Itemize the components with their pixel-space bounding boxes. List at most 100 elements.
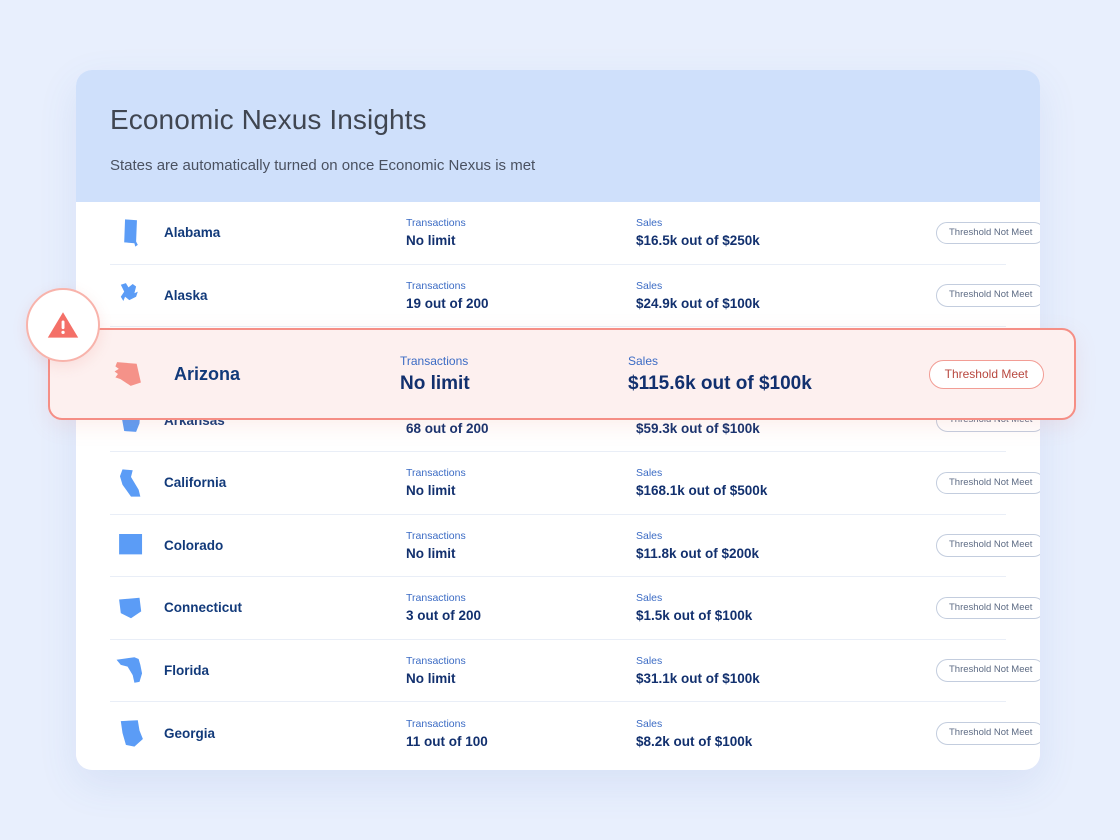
status-badge[interactable]: Threshold Not Meet — [936, 596, 1040, 619]
transactions-value: 68 out of 200 — [406, 420, 489, 436]
transactions-cell: Transactions No limit — [406, 217, 636, 248]
status-badge[interactable]: Threshold Not Meet — [936, 221, 1040, 244]
sales-value: $115.6k out of $100k — [628, 372, 812, 394]
sales-label: Sales — [636, 217, 663, 230]
state-name: Connecticut — [164, 600, 243, 616]
state-cell: Florida — [110, 653, 406, 687]
state-map-florida-icon — [110, 653, 152, 687]
transactions-label: Transactions — [406, 529, 466, 542]
sales-label: Sales — [636, 717, 663, 730]
status-badge[interactable]: Threshold Meet — [928, 359, 1044, 389]
state-name: Alaska — [164, 287, 208, 303]
sales-label: Sales — [636, 654, 663, 667]
status-cell: Threshold Not Meet — [936, 722, 1040, 745]
sales-label: Sales — [636, 279, 663, 292]
status-badge[interactable]: Threshold Not Meet — [936, 471, 1040, 494]
state-cell: California — [110, 466, 406, 500]
transactions-value: 3 out of 200 — [406, 608, 482, 624]
transactions-label: Transactions — [400, 353, 469, 368]
transactions-label: Transactions — [406, 654, 466, 667]
transactions-cell: Transactions 11 out of 100 — [406, 718, 636, 749]
sales-cell: Sales $11.8k out of $200k — [636, 530, 936, 561]
status-cell: Threshold Not Meet — [936, 284, 1040, 307]
state-name: Alabama — [164, 225, 221, 241]
state-map-alaska-icon — [110, 278, 152, 312]
transactions-cell: Transactions 19 out of 200 — [406, 280, 636, 311]
state-map-colorado-icon — [110, 528, 152, 562]
sales-value: $24.9k out of $100k — [636, 295, 760, 311]
status-cell: Threshold Not Meet — [936, 534, 1040, 557]
sales-cell: Sales $115.6k out of $100k — [628, 354, 928, 395]
transactions-label: Transactions — [406, 467, 466, 480]
status-badge[interactable]: Threshold Not Meet — [936, 284, 1040, 307]
transactions-value: No limit — [406, 670, 456, 686]
transactions-value: No limit — [406, 483, 456, 499]
status-badge[interactable]: Threshold Not Meet — [936, 722, 1040, 745]
state-row[interactable]: Alabama Transactions No limit Sales $16.5k o… — [110, 202, 1040, 265]
state-cell: Alabama — [110, 216, 406, 250]
sales-cell: Sales $24.9k out of $100k — [636, 280, 936, 311]
sales-cell: Sales $31.1k out of $100k — [636, 655, 936, 686]
warning-triangle-icon — [47, 312, 79, 338]
state-map-alabama-icon — [110, 216, 152, 250]
highlighted-state-row-arizona[interactable]: Arizona Transactions No limit Sales $115.6k … — [48, 328, 1076, 420]
state-name: Georgia — [164, 725, 216, 741]
transactions-label: Transactions — [406, 717, 466, 730]
state-cell: Alaska — [110, 278, 406, 312]
state-map-georgia-icon — [110, 716, 152, 750]
sales-cell: Sales $168.1k out of $500k — [636, 467, 936, 498]
state-name: Colorado — [164, 537, 224, 553]
transactions-cell: Transactions No limit — [406, 530, 636, 561]
transactions-value: No limit — [400, 372, 470, 394]
state-list: Alabama Transactions No limit Sales $16.5k o… — [76, 202, 1040, 765]
state-cell: Colorado — [110, 528, 406, 562]
sales-cell: Sales $8.2k out of $100k — [636, 718, 936, 749]
state-row[interactable]: Connecticut Transactions 3 out of 200 Sales… — [110, 577, 1040, 640]
state-row[interactable]: California Transactions No limit Sales $168.… — [110, 452, 1040, 515]
transactions-cell: Transactions No limit — [406, 655, 636, 686]
transactions-cell: Transactions 3 out of 200 — [406, 592, 636, 623]
status-cell: Threshold Not Meet — [936, 221, 1040, 244]
transactions-value: No limit — [406, 545, 456, 561]
transactions-value: 11 out of 100 — [406, 733, 488, 749]
state-cell: Arizona — [98, 357, 400, 391]
transactions-value: No limit — [406, 233, 456, 249]
sales-label: Sales — [628, 353, 659, 368]
sales-value: $1.5k out of $100k — [636, 608, 753, 624]
state-row[interactable]: Florida Transactions No limit Sales $31.1k o… — [110, 640, 1040, 702]
economic-nexus-card: Economic Nexus Insights States are autom… — [76, 70, 1040, 770]
state-row[interactable]: Colorado Transactions No limit Sales $11.8k … — [110, 515, 1040, 577]
sales-label: Sales — [636, 592, 663, 605]
state-row[interactable]: Georgia Transactions 11 out of 100 Sales $8.… — [110, 702, 1040, 765]
status-cell: Threshold Not Meet — [936, 659, 1040, 682]
state-map-connecticut-icon — [110, 591, 152, 625]
page-subtitle: States are automatically turned on once … — [110, 157, 536, 174]
transactions-cell: Transactions No limit — [406, 467, 636, 498]
card-header: Economic Nexus Insights States are autom… — [76, 70, 1040, 202]
status-badge[interactable]: Threshold Not Meet — [936, 659, 1040, 682]
sales-value: $59.3k out of $100k — [636, 420, 760, 436]
state-map-arizona-icon — [98, 357, 160, 391]
sales-label: Sales — [636, 529, 663, 542]
status-cell: Threshold Not Meet — [936, 596, 1040, 619]
state-cell: Georgia — [110, 716, 406, 750]
sales-value: $31.1k out of $100k — [636, 670, 760, 686]
transactions-value: 19 out of 200 — [406, 295, 489, 311]
status-cell: Threshold Not Meet — [936, 471, 1040, 494]
status-cell: Threshold Meet — [928, 359, 1044, 389]
state-name: California — [164, 475, 227, 491]
transactions-label: Transactions — [406, 217, 466, 230]
transactions-cell: Transactions No limit — [400, 354, 628, 395]
sales-value: $8.2k out of $100k — [636, 733, 753, 749]
status-badge[interactable]: Threshold Not Meet — [936, 534, 1040, 557]
state-name: Arizona — [174, 363, 241, 384]
warning-bubble — [26, 288, 100, 362]
sales-value: $11.8k out of $200k — [636, 545, 760, 561]
sales-value: $16.5k out of $250k — [636, 233, 760, 249]
state-map-california-icon — [110, 466, 152, 500]
sales-label: Sales — [636, 467, 663, 480]
state-row[interactable]: Alaska Transactions 19 out of 200 Sales $24.… — [110, 265, 1040, 327]
state-name: Florida — [164, 662, 210, 678]
sales-value: $168.1k out of $500k — [636, 483, 768, 499]
sales-cell: Sales $1.5k out of $100k — [636, 592, 936, 623]
